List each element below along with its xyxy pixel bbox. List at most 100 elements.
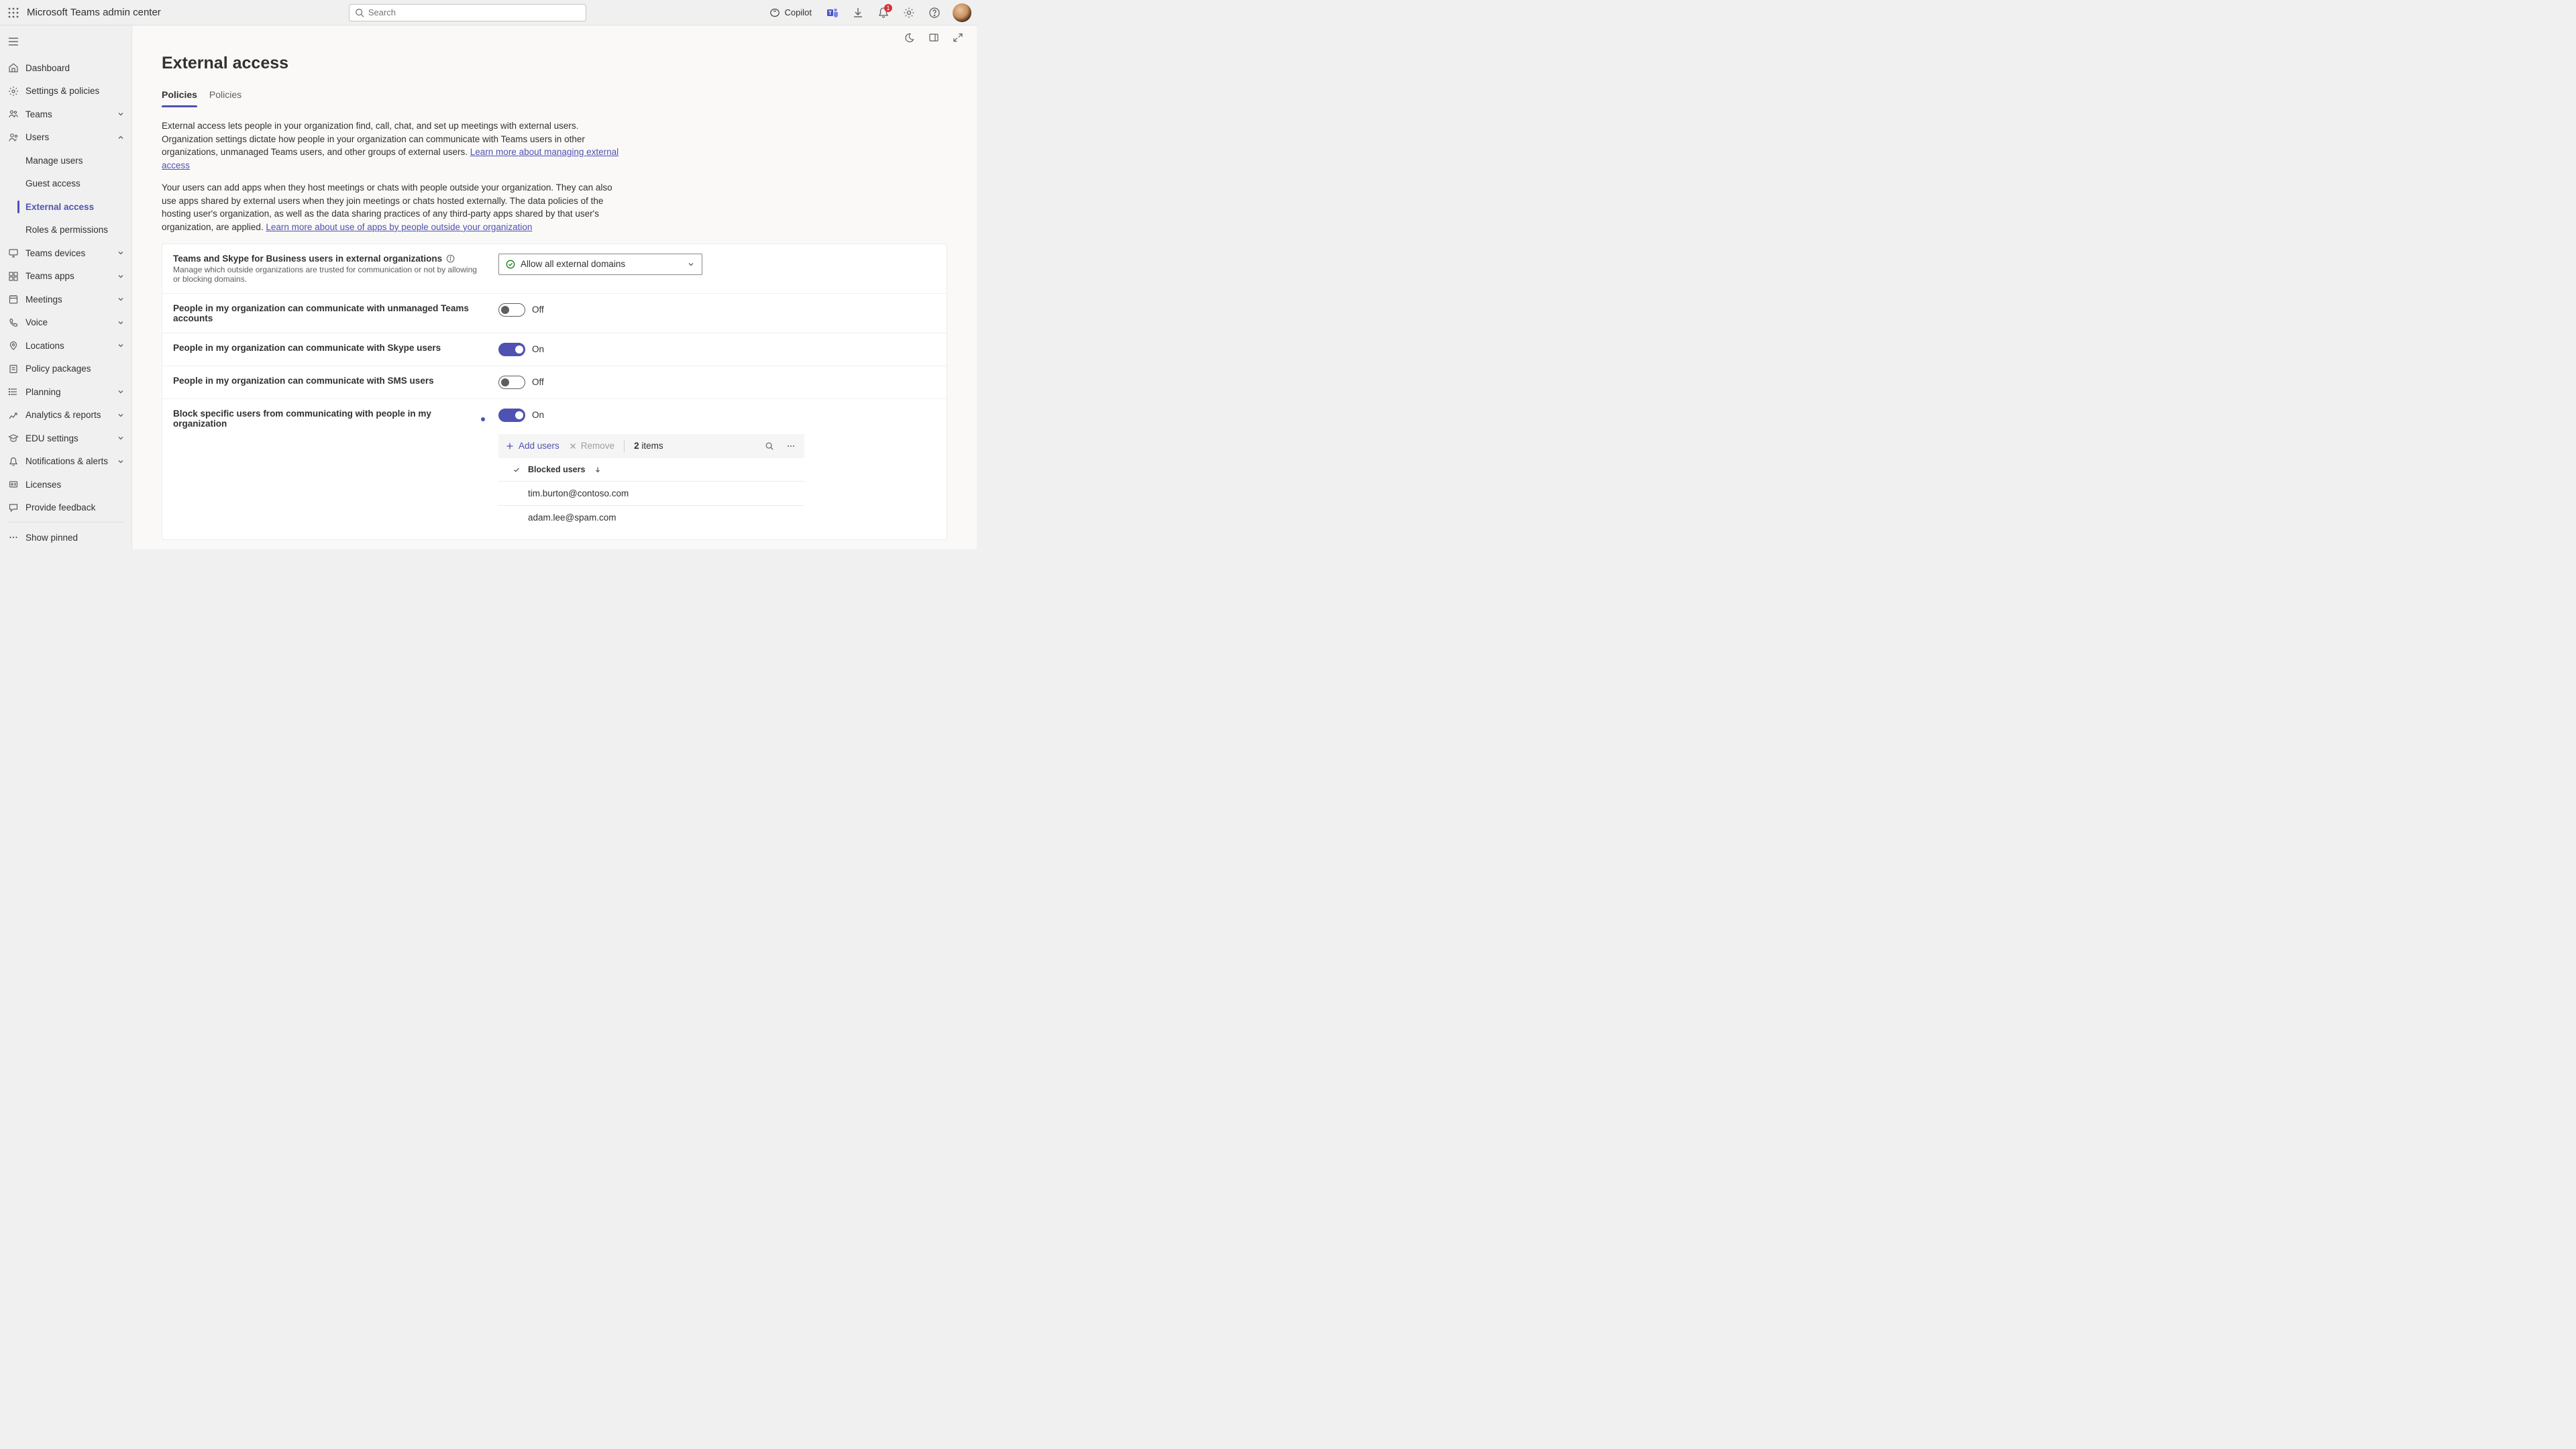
expand-icon[interactable]	[951, 31, 965, 44]
row-title: People in my organization can communicat…	[173, 343, 441, 353]
feedback-icon	[7, 502, 20, 513]
close-icon	[569, 442, 577, 450]
sidebar-item-users[interactable]: Users	[0, 126, 131, 150]
row-subtitle: Manage which outside organizations are t…	[173, 265, 485, 284]
teams-icon[interactable]: T	[821, 1, 844, 24]
sidebar-item-teams[interactable]: Teams	[0, 103, 131, 126]
sidebar-item-teams-apps[interactable]: Teams apps	[0, 265, 131, 288]
license-icon	[7, 479, 20, 490]
table-row[interactable]: tim.burton@contoso.com	[498, 482, 804, 506]
chevron-down-icon	[117, 110, 125, 118]
sidebar-item-label: Provide feedback	[25, 502, 95, 513]
info-icon[interactable]	[446, 254, 455, 263]
content-toolbar	[132, 25, 977, 44]
package-icon	[7, 364, 20, 374]
sidebar-item-label: Teams apps	[25, 271, 74, 281]
copilot-icon	[769, 7, 781, 19]
learn-more-apps-link[interactable]: Learn more about use of apps by people o…	[266, 222, 532, 232]
sidebar-item-meetings[interactable]: Meetings	[0, 288, 131, 311]
sidebar-item-planning[interactable]: Planning	[0, 380, 131, 404]
topbar: Microsoft Teams admin center Copilot T 1	[0, 0, 977, 25]
sidebar-item-licenses[interactable]: Licenses	[0, 473, 131, 496]
sidebar-item-roles-permissions[interactable]: Roles & permissions	[0, 219, 131, 242]
toggle-label: Off	[532, 377, 544, 387]
settings-icon[interactable]	[898, 1, 920, 24]
sidebar-item-edu-settings[interactable]: EDU settings	[0, 427, 131, 450]
more-icon	[7, 532, 20, 543]
sidebar-item-settings-policies[interactable]: Settings & policies	[0, 80, 131, 103]
toolbar-separator	[624, 440, 625, 452]
row-title: People in my organization can communicat…	[173, 376, 434, 386]
topbar-right: Copilot T 1	[762, 1, 971, 24]
chevron-down-icon	[117, 411, 125, 419]
sidebar-item-manage-users[interactable]: Manage users	[0, 149, 131, 172]
sidebar-item-label: Meetings	[25, 294, 62, 305]
blocked-users-table: Add users Remove 2 items	[498, 434, 804, 530]
sidebar-item-voice[interactable]: Voice	[0, 311, 131, 335]
row-skype-users: People in my organization can communicat…	[162, 333, 947, 366]
sidebar-item-label: Settings & policies	[25, 86, 99, 96]
dark-mode-icon[interactable]	[903, 31, 916, 44]
add-users-label: Add users	[519, 441, 559, 451]
chevron-down-icon	[117, 319, 125, 327]
column-header-blocked-users[interactable]: Blocked users	[528, 465, 798, 474]
tab-policies-1[interactable]: Policies	[162, 85, 197, 107]
blocked-user-email: adam.lee@spam.com	[528, 513, 798, 523]
panel-icon[interactable]	[927, 31, 941, 44]
chevron-down-icon	[117, 458, 125, 466]
row-title: Teams and Skype for Business users in ex…	[173, 254, 442, 264]
toggle-unmanaged-accounts[interactable]	[498, 303, 525, 317]
add-users-button[interactable]: Add users	[505, 441, 559, 451]
sidebar-item-external-access[interactable]: External access	[0, 195, 131, 219]
select-all-checkbox[interactable]	[505, 466, 528, 474]
help-icon[interactable]	[923, 1, 946, 24]
analytics-icon	[7, 410, 20, 421]
sidebar-item-label: Notifications & alerts	[25, 456, 108, 466]
sidebar-item-label: Planning	[25, 387, 61, 397]
notifications-icon[interactable]: 1	[872, 1, 895, 24]
sidebar-item-notifications[interactable]: Notifications & alerts	[0, 450, 131, 474]
download-icon[interactable]	[847, 1, 869, 24]
sidebar-item-policy-packages[interactable]: Policy packages	[0, 358, 131, 381]
row-unmanaged-accounts: People in my organization can communicat…	[162, 294, 947, 333]
toggle-skype-users[interactable]	[498, 343, 525, 356]
sidebar-item-feedback[interactable]: Provide feedback	[0, 496, 131, 520]
plus-icon	[505, 441, 515, 451]
hamburger-icon[interactable]	[4, 32, 23, 51]
tab-policies-2[interactable]: Policies	[209, 85, 241, 107]
sidebar-item-label: Manage users	[25, 156, 83, 166]
search-wrap	[349, 4, 586, 21]
bell-icon	[7, 456, 20, 467]
sidebar-item-label: Roles & permissions	[25, 225, 108, 235]
sidebar: Dashboard Settings & policies Teams User…	[0, 25, 132, 549]
sidebar-item-dashboard[interactable]: Dashboard	[0, 56, 131, 80]
search-box[interactable]	[349, 4, 586, 21]
table-more-icon[interactable]	[784, 439, 798, 453]
chevron-down-icon	[117, 249, 125, 257]
app-launcher-icon[interactable]	[1, 1, 25, 25]
sidebar-item-label: Users	[25, 132, 49, 142]
chevron-down-icon	[117, 388, 125, 396]
chevron-up-icon	[117, 133, 125, 142]
external-domains-dropdown[interactable]: Allow all external domains	[498, 254, 702, 275]
sidebar-item-locations[interactable]: Locations	[0, 334, 131, 358]
sidebar-item-label: External access	[25, 202, 94, 212]
row-external-domains: Teams and Skype for Business users in ex…	[162, 244, 947, 294]
search-input[interactable]	[368, 7, 580, 17]
copilot-button[interactable]: Copilot	[762, 4, 818, 21]
toggle-block-users[interactable]	[498, 409, 525, 422]
table-search-icon[interactable]	[763, 439, 776, 453]
copilot-label: Copilot	[785, 7, 812, 17]
table-row[interactable]: adam.lee@spam.com	[498, 506, 804, 530]
sidebar-item-analytics[interactable]: Analytics & reports	[0, 404, 131, 427]
toggle-sms-users[interactable]	[498, 376, 525, 389]
remove-button: Remove	[569, 441, 614, 451]
row-sms-users: People in my organization can communicat…	[162, 366, 947, 399]
chevron-down-icon	[117, 272, 125, 280]
people-icon	[7, 109, 20, 119]
avatar[interactable]	[953, 3, 971, 22]
sidebar-item-guest-access[interactable]: Guest access	[0, 172, 131, 196]
sidebar-item-show-pinned[interactable]: Show pinned	[0, 525, 131, 549]
blocked-users-toolbar: Add users Remove 2 items	[498, 434, 804, 458]
sidebar-item-teams-devices[interactable]: Teams devices	[0, 241, 131, 265]
